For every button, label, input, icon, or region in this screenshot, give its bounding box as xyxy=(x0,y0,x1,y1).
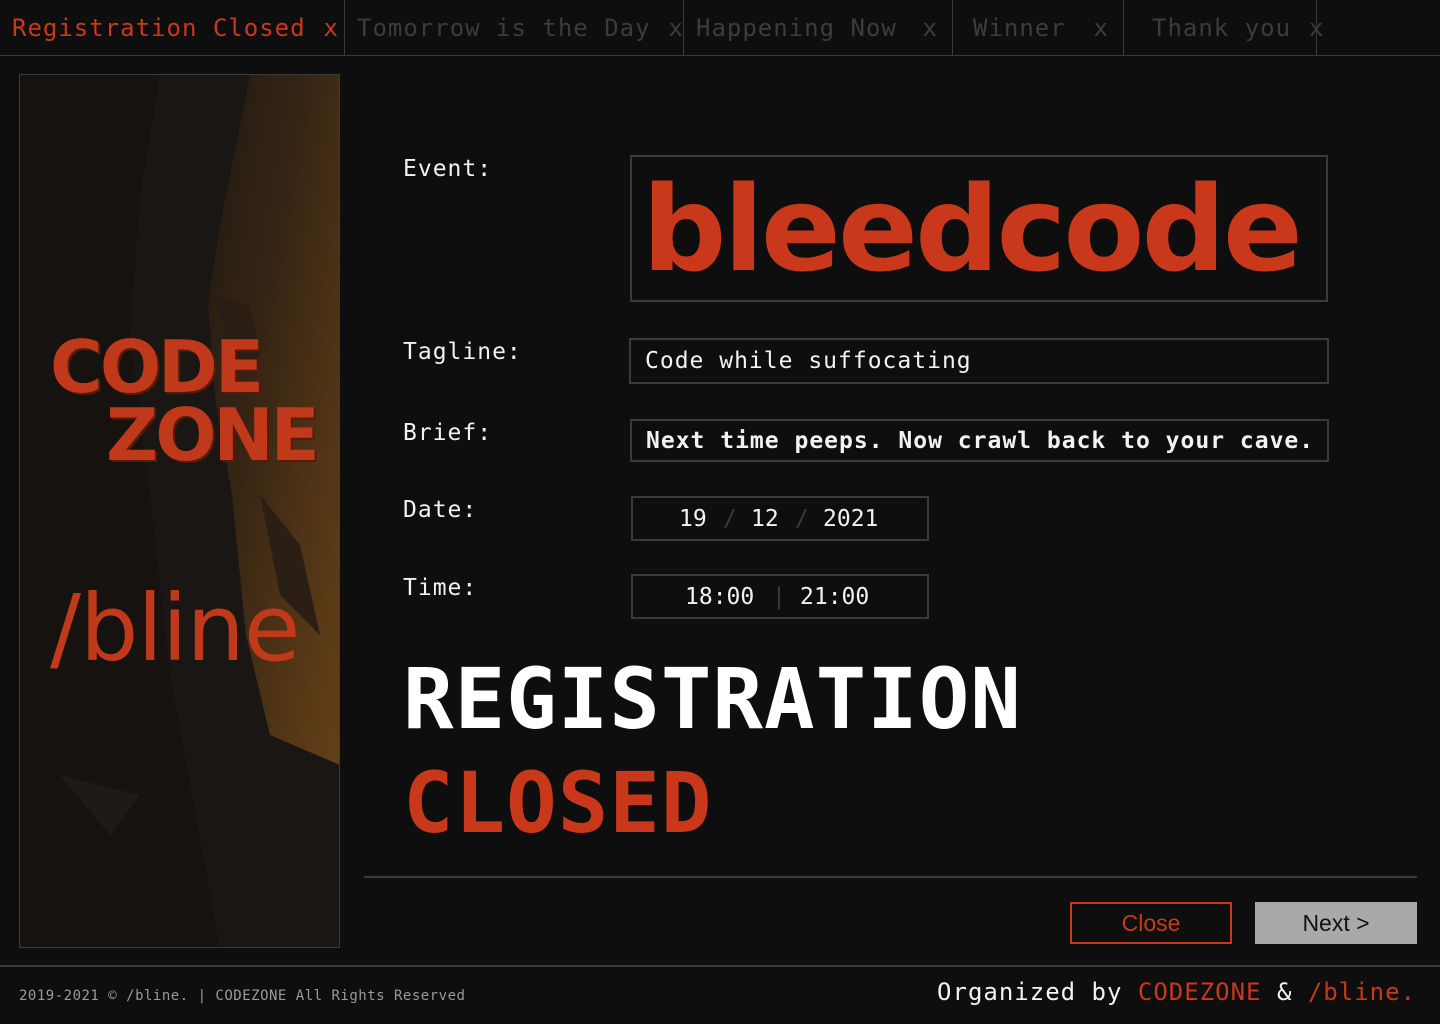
tab-close-icon[interactable]: x xyxy=(1309,14,1324,42)
tab-label: Tomorrow is the Day xyxy=(357,14,651,42)
logo-line-zone: ZONE xyxy=(106,393,320,478)
event-name: bleedcode xyxy=(642,160,1303,298)
tagline-value: Code while suffocating xyxy=(645,348,972,374)
date-separator: / xyxy=(723,505,737,532)
status-headline-closed: CLOSED xyxy=(403,754,713,852)
tab-label: Winner xyxy=(973,14,1066,42)
time-field[interactable]: 18:00 | 21:00 xyxy=(631,574,929,619)
footer-copyright: 2019-2021 © /bline. | CODEZONE All Right… xyxy=(19,988,466,1004)
date-field[interactable]: 19 / 12 / 2021 xyxy=(631,496,929,541)
brief-label: Brief: xyxy=(403,420,493,446)
tab-close-icon[interactable]: x xyxy=(923,14,938,42)
date-label: Date: xyxy=(403,497,478,523)
event-poster: CODE ZONE /bline xyxy=(19,74,340,948)
organized-by-text: Organized by xyxy=(937,978,1123,1006)
tab-tomorrow-is-the-day[interactable]: Tomorrow is the Day x xyxy=(345,0,684,56)
time-end[interactable]: 21:00 xyxy=(800,584,869,610)
tab-label: Happening Now xyxy=(696,14,897,42)
tab-thank-you[interactable]: Thank you x xyxy=(1124,0,1323,56)
organizer-bline: /bline. xyxy=(1307,978,1416,1006)
event-field[interactable]: bleedcode xyxy=(630,155,1328,302)
time-label: Time: xyxy=(403,575,478,601)
tab-bar: Registration Closed x Tomorrow is the Da… xyxy=(0,0,1440,56)
tab-registration-closed[interactable]: Registration Closed x xyxy=(0,0,345,56)
tab-winner[interactable]: Winner x xyxy=(953,0,1124,56)
event-label: Event: xyxy=(403,156,493,182)
next-button[interactable]: Next > xyxy=(1255,902,1417,944)
organizer-codezone: CODEZONE xyxy=(1137,978,1262,1006)
organizer-ampersand: & xyxy=(1276,978,1293,1006)
brief-field[interactable]: Next time peeps. Now crawl back to your … xyxy=(630,419,1329,462)
tab-close-icon[interactable]: x xyxy=(1094,14,1109,42)
date-year[interactable]: 2021 xyxy=(823,506,878,532)
rock-illustration xyxy=(20,75,339,947)
divider xyxy=(364,876,1417,878)
codezone-logo: CODE ZONE xyxy=(50,325,320,478)
date-month[interactable]: 12 xyxy=(751,506,779,532)
date-day[interactable]: 19 xyxy=(679,506,707,532)
brief-value: Next time peeps. Now crawl back to your … xyxy=(646,427,1315,454)
close-button[interactable]: Close xyxy=(1070,902,1232,944)
time-separator: | xyxy=(772,583,786,610)
tab-label: Registration Closed xyxy=(12,14,306,42)
logo-line-code: CODE xyxy=(50,325,264,409)
tagline-field[interactable]: Code while suffocating xyxy=(629,338,1329,384)
tab-close-icon[interactable]: x xyxy=(324,14,339,42)
time-start[interactable]: 18:00 xyxy=(685,584,754,610)
tab-happening-now[interactable]: Happening Now x xyxy=(684,0,953,56)
tab-close-icon[interactable]: x xyxy=(669,14,684,42)
tagline-label: Tagline: xyxy=(403,339,522,365)
date-separator: / xyxy=(795,505,809,532)
footer-divider xyxy=(0,965,1440,967)
footer-organizers: Organized by CODEZONE & /bline. xyxy=(937,978,1416,1006)
tab-label: Thank you xyxy=(1152,14,1292,42)
status-headline-registration: REGISTRATION xyxy=(403,650,1022,748)
bline-logo: /bline xyxy=(50,575,300,682)
